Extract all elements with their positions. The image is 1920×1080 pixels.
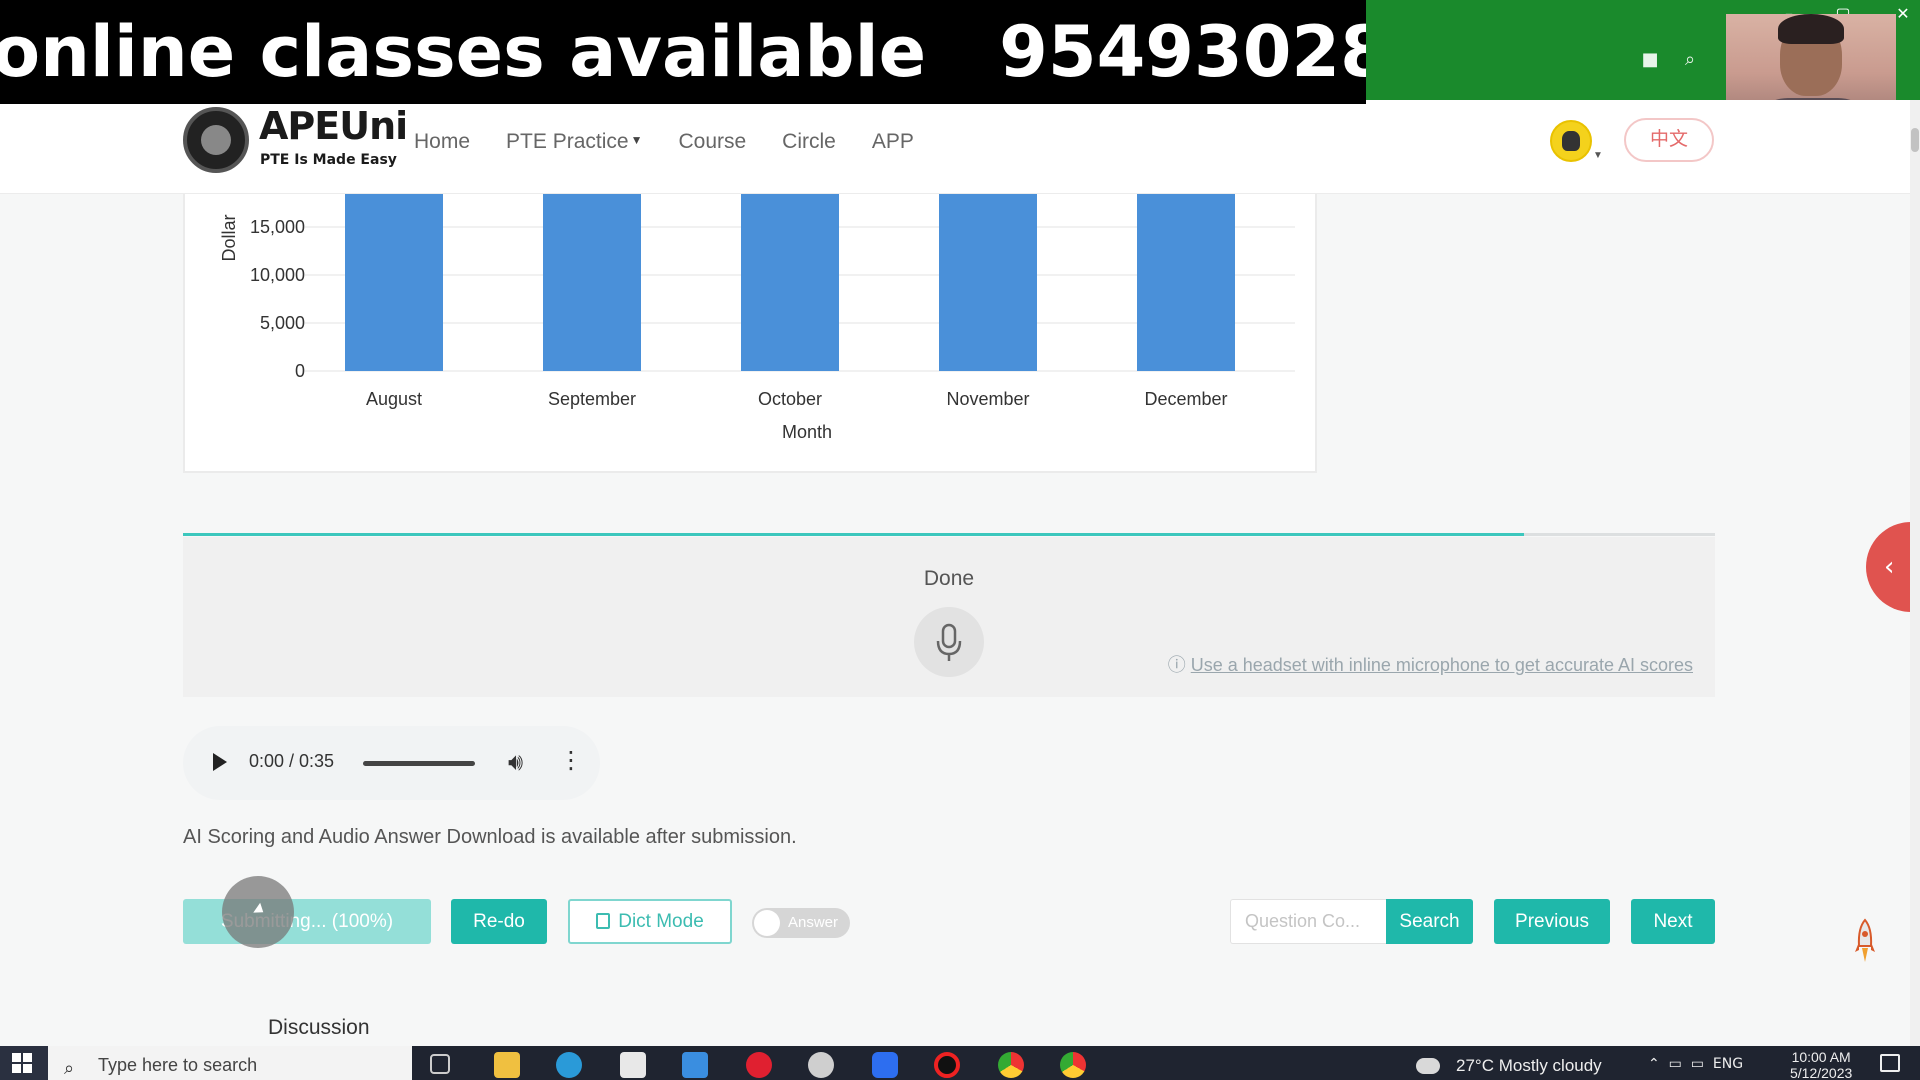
info-icon: ⓘ [1167,655,1191,675]
nav-home[interactable]: Home [414,130,470,154]
caret-down-icon: ▼ [630,133,643,147]
nav-app[interactable]: APP [872,130,914,154]
weather-text: 27°C Mostly cloudy [1456,1056,1602,1075]
bar [939,194,1037,371]
microphone-icon [936,623,962,661]
dictionary-icon [596,913,611,929]
logo-text[interactable]: APEUni [259,104,408,148]
notification-icon[interactable] [1880,1054,1900,1072]
task-view-icon[interactable] [430,1054,450,1074]
taskbar-search-placeholder: Type here to search [98,1055,258,1075]
toggle-knob [754,910,780,936]
promo-banner-text: online classes available 9549302806 [0,11,1366,93]
rocket-icon[interactable] [1854,918,1876,970]
answer-toggle[interactable]: Answer [752,908,850,938]
dict-mode-button[interactable]: Dict Mode [568,899,732,944]
bar [345,194,443,371]
audio-seek-slider[interactable] [363,761,475,766]
x-tick-label: December [1144,389,1227,409]
system-tray[interactable]: ⌃ ▭ ▭ ENG [1648,1056,1743,1072]
search-button[interactable]: Search [1386,899,1473,944]
bar-chart: 0 5,000 10,000 15,000 August September October… [219,194,1295,442]
search-icon: ⌕ [64,1058,75,1079]
record-icon[interactable] [934,1052,960,1078]
x-tick-label: August [366,389,422,409]
scrollbar-thumb[interactable] [1911,128,1919,152]
clock-date: 5/12/2023 [1790,1065,1853,1080]
answer-toggle-label: Answer [788,914,839,931]
headset-tip: ⓘ Use a headset with inline microphone t… [1168,651,1693,677]
volume-icon[interactable]: 🔊︎ [508,748,523,776]
audio-time: 0:00 / 0:35 [249,751,335,771]
zoom-icon[interactable]: ⌕ [1680,50,1700,70]
nav-pte-practice[interactable]: PTE Practice ▼ [506,130,642,154]
nav-pte-practice-label: PTE Practice [506,130,629,153]
more-options-icon[interactable]: ⋮ [559,746,583,774]
bar [1137,194,1235,371]
submit-button[interactable]: Submitting... (100%) [183,899,431,944]
nav-course[interactable]: Course [678,130,746,154]
recording-progress-fill [183,533,1524,536]
battery-icon[interactable]: ▭ [1691,1056,1704,1072]
settings-icon[interactable] [808,1052,834,1078]
y-axis-label: Dollar [219,214,239,261]
promo-banner: online classes available 9549302806 [0,0,1366,104]
chart-panel: 0 5,000 10,000 15,000 August September October… [183,194,1317,473]
y-tick-label: 10,000 [250,265,305,285]
redo-button[interactable]: Re-do [451,899,547,944]
dict-mode-label: Dict Mode [618,911,704,932]
logo-tagline: PTE Is Made Easy [260,152,397,168]
audio-player: 0:00 / 0:35 🔊︎ ⋮ [183,726,600,800]
windows-start-icon[interactable] [0,1046,48,1080]
caret-down-icon[interactable]: ▼ [1593,150,1603,161]
x-axis-label: Month [782,422,832,442]
next-button[interactable]: Next [1631,899,1715,944]
network-icon[interactable]: ▭ [1669,1056,1682,1072]
chevron-up-icon[interactable]: ⌃ [1648,1056,1660,1072]
headset-tip-link[interactable]: Use a headset with inline microphone to … [1191,655,1693,675]
recording-progress-track [183,533,1715,536]
scoring-note: AI Scoring and Audio Answer Download is … [183,826,797,848]
clock-time: 10:00 AM [1791,1049,1851,1065]
x-tick-label: September [548,389,636,409]
y-tick-label: 0 [295,361,305,381]
question-code-input[interactable] [1230,899,1386,944]
store-icon[interactable] [620,1052,646,1078]
mail-icon[interactable] [682,1052,708,1078]
nav-circle[interactable]: Circle [782,130,836,154]
taskbar: ⌕ Type here to search 27°C Mostly cloudy… [0,1046,1920,1080]
recorder-status: Done [923,567,975,590]
opera-icon[interactable] [746,1052,772,1078]
recorder-panel: Done ⓘ Use a headset with inline microph… [183,537,1715,697]
discussion-heading: Discussion [268,1016,370,1039]
main-nav: Home PTE Practice ▼ Course Circle APP [414,130,914,154]
file-explorer-icon[interactable] [494,1052,520,1078]
bar [741,194,839,371]
presenter-hair [1778,14,1844,44]
camera-icon[interactable]: ■ [1640,50,1660,70]
apeuni-logo-icon[interactable] [183,107,249,173]
y-tick-label: 5,000 [260,313,305,333]
y-tick-label: 15,000 [250,217,305,237]
bar [543,194,641,371]
avatar[interactable] [1550,120,1592,162]
x-tick-label: October [758,389,822,409]
site-header: APEUni PTE Is Made Easy Home PTE Practic… [0,100,1910,194]
chrome-icon[interactable] [998,1052,1024,1078]
taskbar-weather[interactable]: 27°C Mostly cloudy [1418,1056,1602,1076]
edge-icon[interactable] [556,1052,582,1078]
language-indicator[interactable]: ENG [1713,1056,1743,1072]
microphone-button[interactable] [914,607,984,677]
x-tick-label: November [946,389,1029,409]
zoom-app-icon[interactable] [872,1052,898,1078]
taskbar-search[interactable]: ⌕ Type here to search [48,1046,412,1080]
previous-button[interactable]: Previous [1494,899,1610,944]
language-button[interactable]: 中文 [1624,118,1714,162]
chrome-active-icon[interactable] [1060,1052,1086,1078]
play-icon[interactable] [213,753,227,771]
taskbar-clock[interactable]: 10:00 AM 5/12/2023 [1790,1049,1852,1080]
scrollbar[interactable] [1910,100,1920,1046]
